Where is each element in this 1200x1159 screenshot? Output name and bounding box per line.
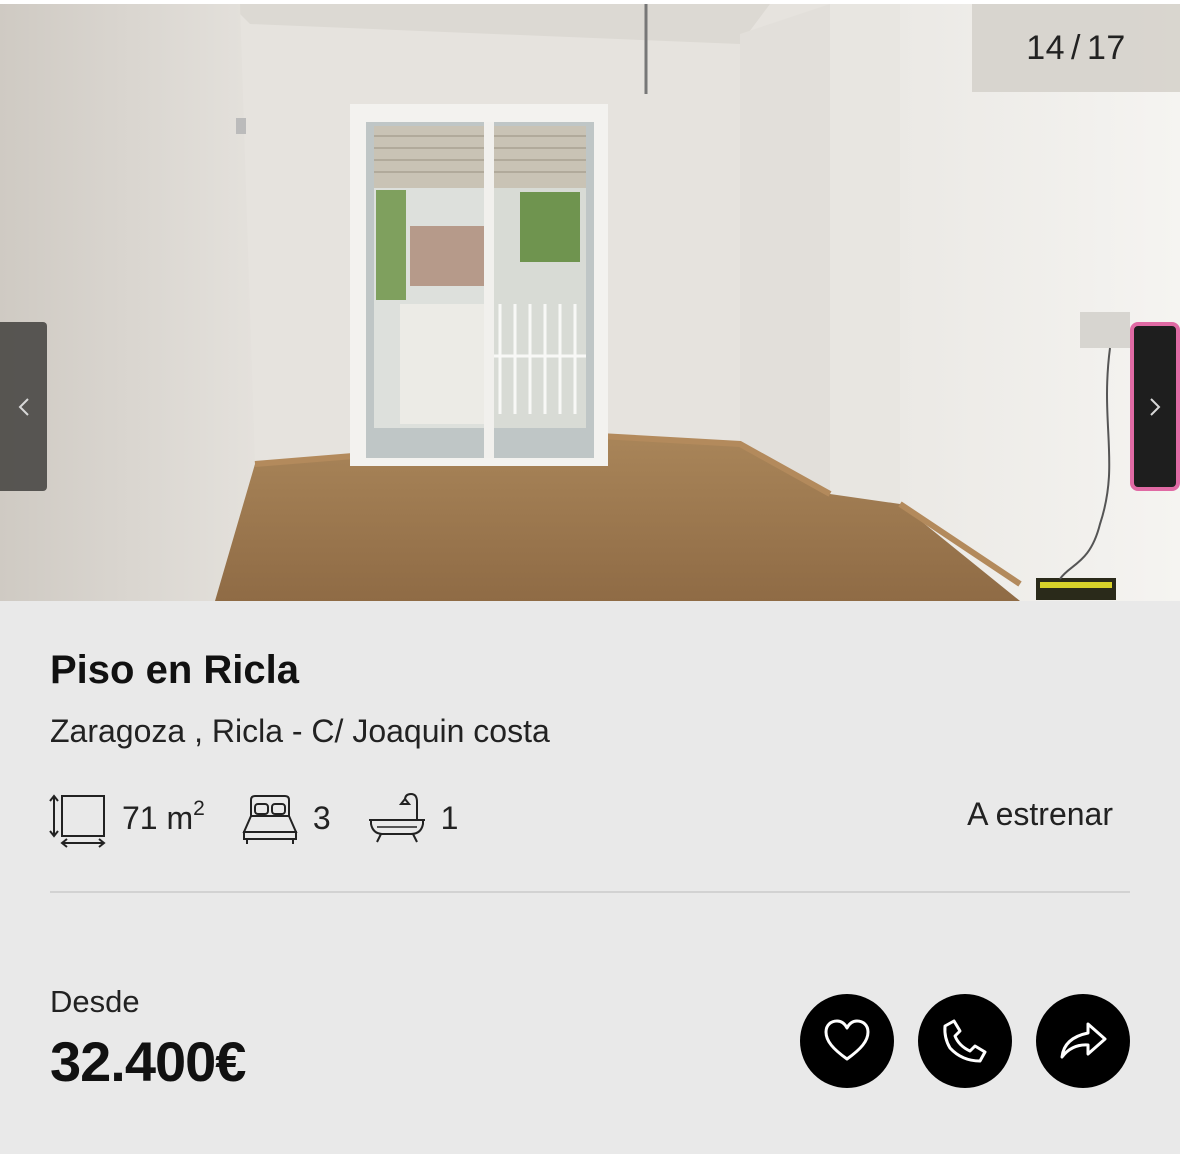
listing-photo <box>0 4 1180 601</box>
previous-photo-button[interactable] <box>0 322 47 491</box>
phone-icon <box>943 1019 987 1063</box>
bed-icon <box>242 795 298 844</box>
condition-label: A estrenar <box>967 796 1113 832</box>
listing-card: 14 / 17 Piso en Ricla Zaragoza , Ricla -… <box>0 4 1180 1154</box>
call-button[interactable] <box>918 994 1012 1088</box>
share-icon <box>1060 1022 1107 1059</box>
photo-counter-separator: / <box>1071 28 1081 67</box>
heart-icon <box>824 1019 870 1061</box>
feature-bathrooms-value: 1 <box>440 799 459 836</box>
feature-area: 71 m2 <box>48 788 205 848</box>
bathtub-icon <box>368 792 425 843</box>
divider <box>50 891 1130 893</box>
photo-counter-current: 14 <box>1026 28 1066 67</box>
listing-title[interactable]: Piso en Ricla <box>50 648 299 693</box>
feature-bathrooms: 1 <box>367 790 459 846</box>
feature-bedrooms: 3 <box>241 790 331 846</box>
feature-area-value: 71 m2 <box>122 796 205 836</box>
action-buttons <box>776 994 1130 1088</box>
photo-counter: 14 / 17 <box>972 4 1180 92</box>
price-label: Desde <box>50 984 140 1019</box>
price: 32.400€ <box>50 1030 246 1093</box>
share-button[interactable] <box>1036 994 1130 1088</box>
listing-address: Zaragoza , Ricla - C/ Joaquin costa <box>50 713 550 749</box>
photo-counter-total: 17 <box>1086 28 1126 67</box>
feature-bedrooms-value: 3 <box>312 799 331 836</box>
chevron-right-icon <box>1150 397 1161 416</box>
next-photo-button[interactable] <box>1130 322 1180 491</box>
listing-features: 71 m2 3 1 <box>48 788 494 848</box>
photo-gallery[interactable]: 14 / 17 <box>0 4 1180 601</box>
favorite-button[interactable] <box>800 994 894 1088</box>
area-icon <box>49 794 106 848</box>
chevron-left-icon <box>18 397 29 416</box>
area-unit-superscript: 2 <box>193 796 205 820</box>
